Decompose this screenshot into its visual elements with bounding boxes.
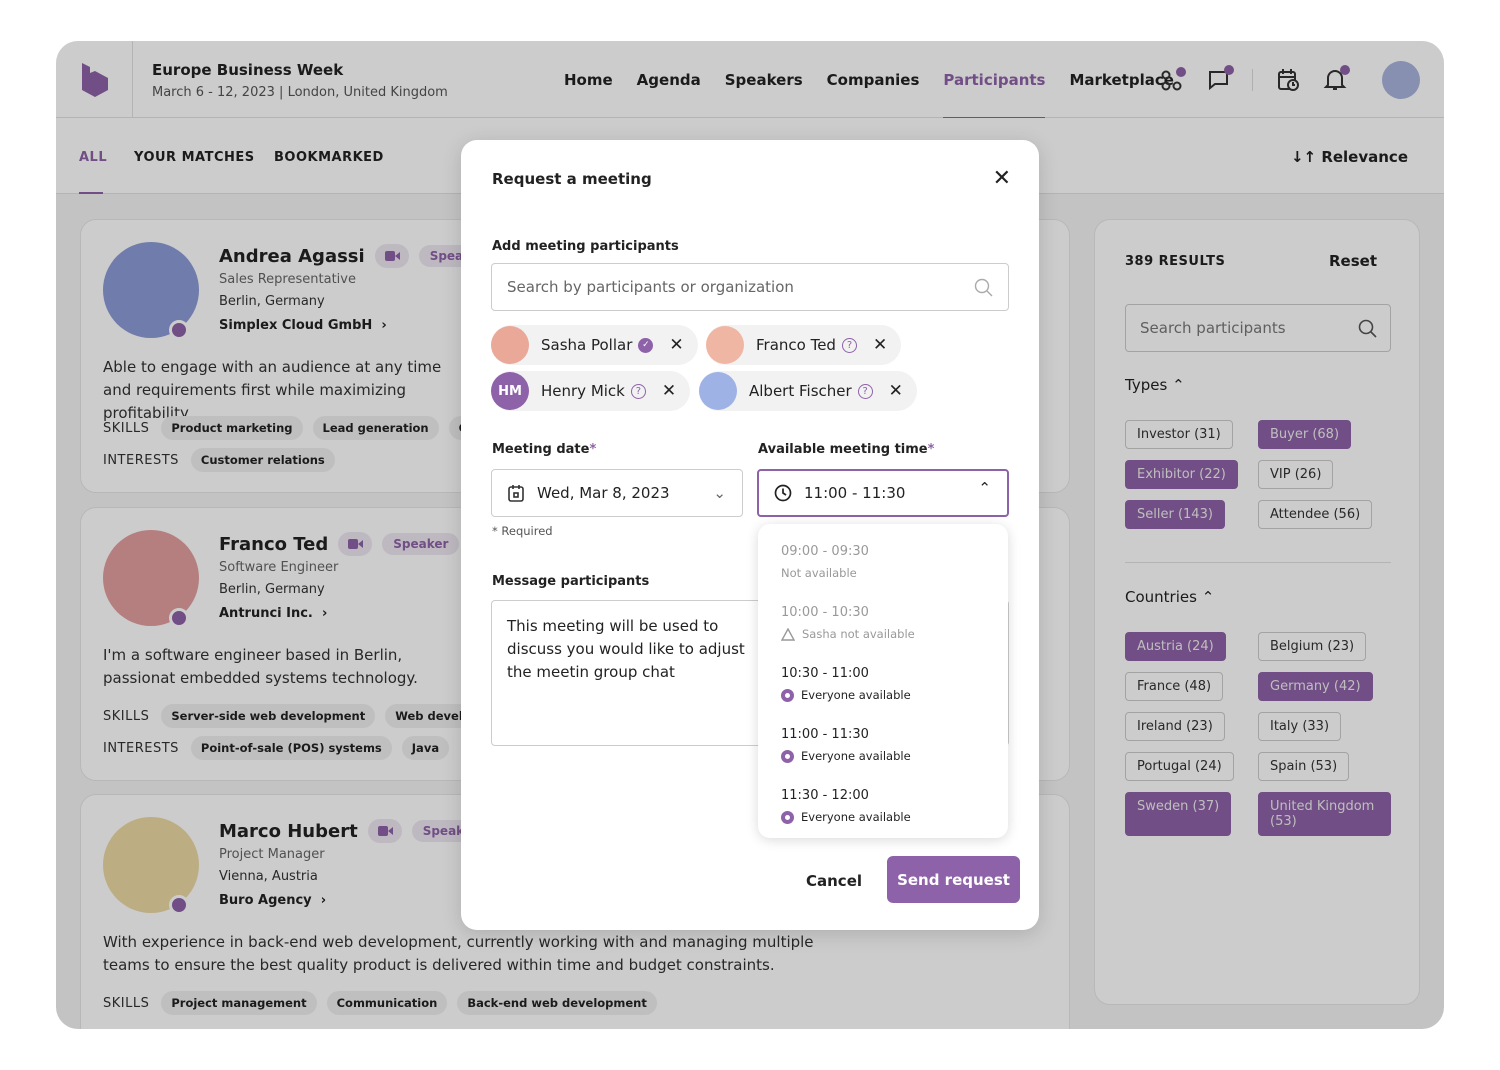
- invitee-chip: Albert Fischer? ✕: [699, 371, 917, 411]
- participants-label: Add meeting participants: [492, 239, 679, 254]
- radio-icon: [781, 688, 794, 702]
- message-label: Message participants: [492, 574, 650, 589]
- required-star: *: [927, 442, 935, 457]
- date-label-text: Meeting date: [492, 442, 590, 457]
- date-label: Meeting date*: [492, 442, 596, 457]
- required-star: *: [589, 442, 597, 457]
- time-option-time: 10:00 - 10:30: [781, 605, 869, 620]
- avatar: [491, 326, 529, 364]
- chevron-down-icon: ⌄: [713, 484, 726, 502]
- question-circle-icon: ?: [630, 383, 646, 399]
- time-option: 09:00 - 09:30 Not available: [781, 544, 1008, 605]
- invitee-name: Sasha Pollar: [541, 336, 633, 354]
- avatar: HM: [491, 372, 529, 410]
- calendar-icon: [508, 485, 524, 502]
- check-circle-icon: ✓: [638, 337, 654, 353]
- radio-icon: [781, 749, 794, 763]
- remove-icon[interactable]: ✕: [873, 335, 887, 355]
- invitee-name: Franco Ted: [756, 336, 836, 354]
- modal-title: Request a meeting: [492, 170, 652, 188]
- time-option: 10:00 - 10:30 Sasha not available: [781, 605, 1008, 666]
- time-option[interactable]: 10:30 - 11:00 Everyone available: [781, 666, 1008, 727]
- question-circle-icon: ?: [841, 337, 857, 353]
- search-icon: [974, 278, 993, 297]
- time-value: 11:00 - 11:30: [804, 484, 906, 502]
- invitee-chip: Franco Ted? ✕: [706, 325, 902, 365]
- cancel-button[interactable]: Cancel: [806, 872, 862, 890]
- time-option[interactable]: 11:30 - 12:00 Everyone available: [781, 788, 1008, 849]
- close-icon[interactable]: ✕: [993, 168, 1011, 190]
- time-option-status: Sasha not available: [802, 627, 915, 641]
- avatar-initials: HM: [498, 383, 522, 399]
- time-select[interactable]: 11:00 - 11:30 ⌃: [757, 469, 1009, 517]
- time-dropdown: 09:00 - 09:30 Not available 10:00 - 10:30 S…: [758, 524, 1008, 838]
- time-label: Available meeting time*: [758, 442, 934, 457]
- avatar: [699, 372, 737, 410]
- time-option-status: Not available: [781, 566, 857, 580]
- invitee-chip: Sasha Pollar ✓ ✕: [491, 325, 698, 365]
- invitee-name: Albert Fischer: [749, 382, 852, 400]
- time-label-text: Available meeting time: [758, 442, 928, 457]
- chevron-up-icon: ⌃: [978, 479, 991, 497]
- remove-icon[interactable]: ✕: [662, 381, 676, 401]
- request-meeting-modal: Request a meeting ✕ Add meeting particip…: [461, 140, 1039, 930]
- send-request-button[interactable]: Send request: [887, 856, 1020, 903]
- time-option-status: Everyone available: [801, 688, 911, 702]
- message-value: This meeting will be used to discuss you…: [507, 617, 745, 681]
- remove-icon[interactable]: ✕: [669, 335, 683, 355]
- time-option-status: Everyone available: [801, 810, 911, 824]
- radio-icon: [781, 810, 794, 824]
- invitee-name: Henry Mick: [541, 382, 625, 400]
- date-value: Wed, Mar 8, 2023: [537, 484, 670, 502]
- time-option-status: Everyone available: [801, 749, 911, 763]
- clock-icon: [774, 484, 792, 502]
- question-circle-icon: ?: [857, 383, 873, 399]
- time-option[interactable]: 11:00 - 11:30 Everyone available: [781, 727, 1008, 788]
- invitee-chip: HM Henry Mick? ✕: [491, 371, 691, 411]
- avatar: [706, 326, 744, 364]
- time-option-time: 10:30 - 11:00: [781, 666, 869, 681]
- search-placeholder: Search by participants or organization: [507, 278, 794, 296]
- time-option-time: 09:00 - 09:30: [781, 544, 869, 559]
- remove-icon[interactable]: ✕: [889, 381, 903, 401]
- required-note: * Required: [492, 524, 553, 538]
- participant-search-input[interactable]: Search by participants or organization: [491, 263, 1009, 311]
- time-option-time: 11:30 - 12:00: [781, 788, 869, 803]
- warning-icon: [781, 627, 795, 641]
- date-select[interactable]: Wed, Mar 8, 2023 ⌄: [491, 469, 743, 517]
- time-option-time: 11:00 - 11:30: [781, 727, 869, 742]
